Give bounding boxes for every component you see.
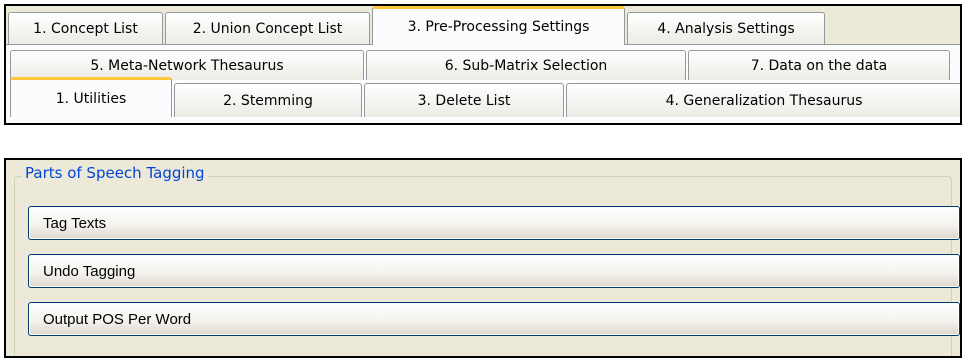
tab-data-on-the-data[interactable]: 7. Data on the data xyxy=(688,50,950,80)
tab-union-concept-list[interactable]: 2. Union Concept List xyxy=(165,12,370,44)
tab-concept-list[interactable]: 1. Concept List xyxy=(8,12,163,44)
tab-generalization-thesaurus[interactable]: 4. Generalization Thesaurus xyxy=(566,83,960,117)
group-title: Parts of Speech Tagging xyxy=(22,164,208,182)
output-pos-per-word-button[interactable]: Output POS Per Word xyxy=(28,302,960,336)
tab-utilities[interactable]: 1. Utilities xyxy=(10,77,172,117)
tab-control-panel: 1. Concept List 2. Union Concept List 3.… xyxy=(4,4,962,125)
tab-delete-list[interactable]: 3. Delete List xyxy=(364,83,564,117)
sub-tab-area: 5. Meta-Network Thesaurus 6. Sub-Matrix … xyxy=(6,45,960,123)
tag-texts-button[interactable]: Tag Texts xyxy=(28,206,960,240)
tab-stemming[interactable]: 2. Stemming xyxy=(174,83,362,117)
tab-meta-network-thesaurus[interactable]: 5. Meta-Network Thesaurus xyxy=(10,50,364,80)
tab-analysis-settings[interactable]: 4. Analysis Settings xyxy=(627,12,825,44)
undo-tagging-button[interactable]: Undo Tagging xyxy=(28,254,960,288)
tab-pre-processing-settings[interactable]: 3. Pre-Processing Settings xyxy=(372,6,625,45)
tab-sub-matrix-selection[interactable]: 6. Sub-Matrix Selection xyxy=(366,50,686,80)
utilities-panel: Parts of Speech Tagging Tag Texts Undo T… xyxy=(4,158,962,358)
main-tab-strip: 1. Concept List 2. Union Concept List 3.… xyxy=(6,6,960,45)
